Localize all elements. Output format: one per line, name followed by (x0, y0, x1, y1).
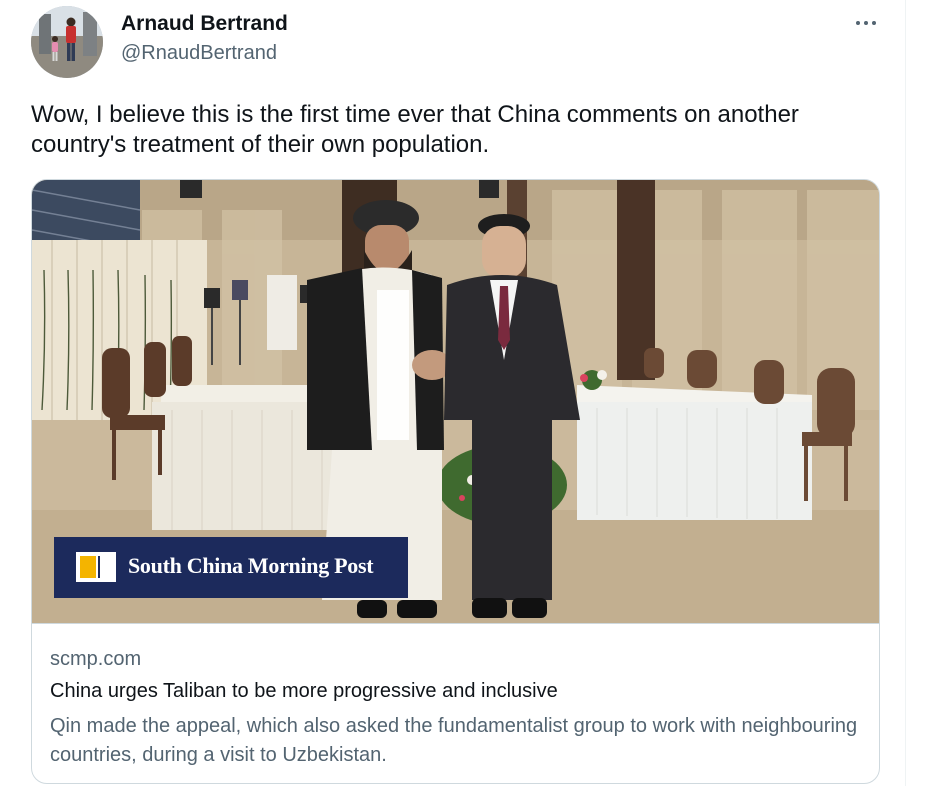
avatar[interactable] (31, 6, 103, 78)
author-name[interactable]: Arnaud Bertrand (121, 12, 288, 36)
card-meta[interactable]: scmp.com China urges Taliban to be more … (32, 623, 879, 783)
scmp-watermark: South China Morning Post (54, 537, 408, 598)
scmp-watermark-text: South China Morning Post (128, 553, 374, 578)
column-divider (905, 0, 906, 786)
author-handle[interactable]: @RnaudBertrand (121, 42, 277, 65)
link-card[interactable]: South China Morning Post scmp.com China … (31, 179, 880, 784)
tweet-text: Wow, I believe this is the first time ev… (31, 101, 799, 158)
card-title: China urges Taliban to be more progressi… (50, 680, 558, 702)
card-image[interactable]: South China Morning Post (32, 180, 879, 623)
tweet: Arnaud Bertrand @RnaudBertrand Wow, I be… (0, 0, 934, 786)
scmp-logo-icon (76, 552, 116, 582)
card-domain: scmp.com (50, 648, 142, 670)
card-description: Qin made the appeal, which also asked th… (50, 715, 858, 766)
more-horizontal-icon[interactable] (848, 8, 884, 38)
